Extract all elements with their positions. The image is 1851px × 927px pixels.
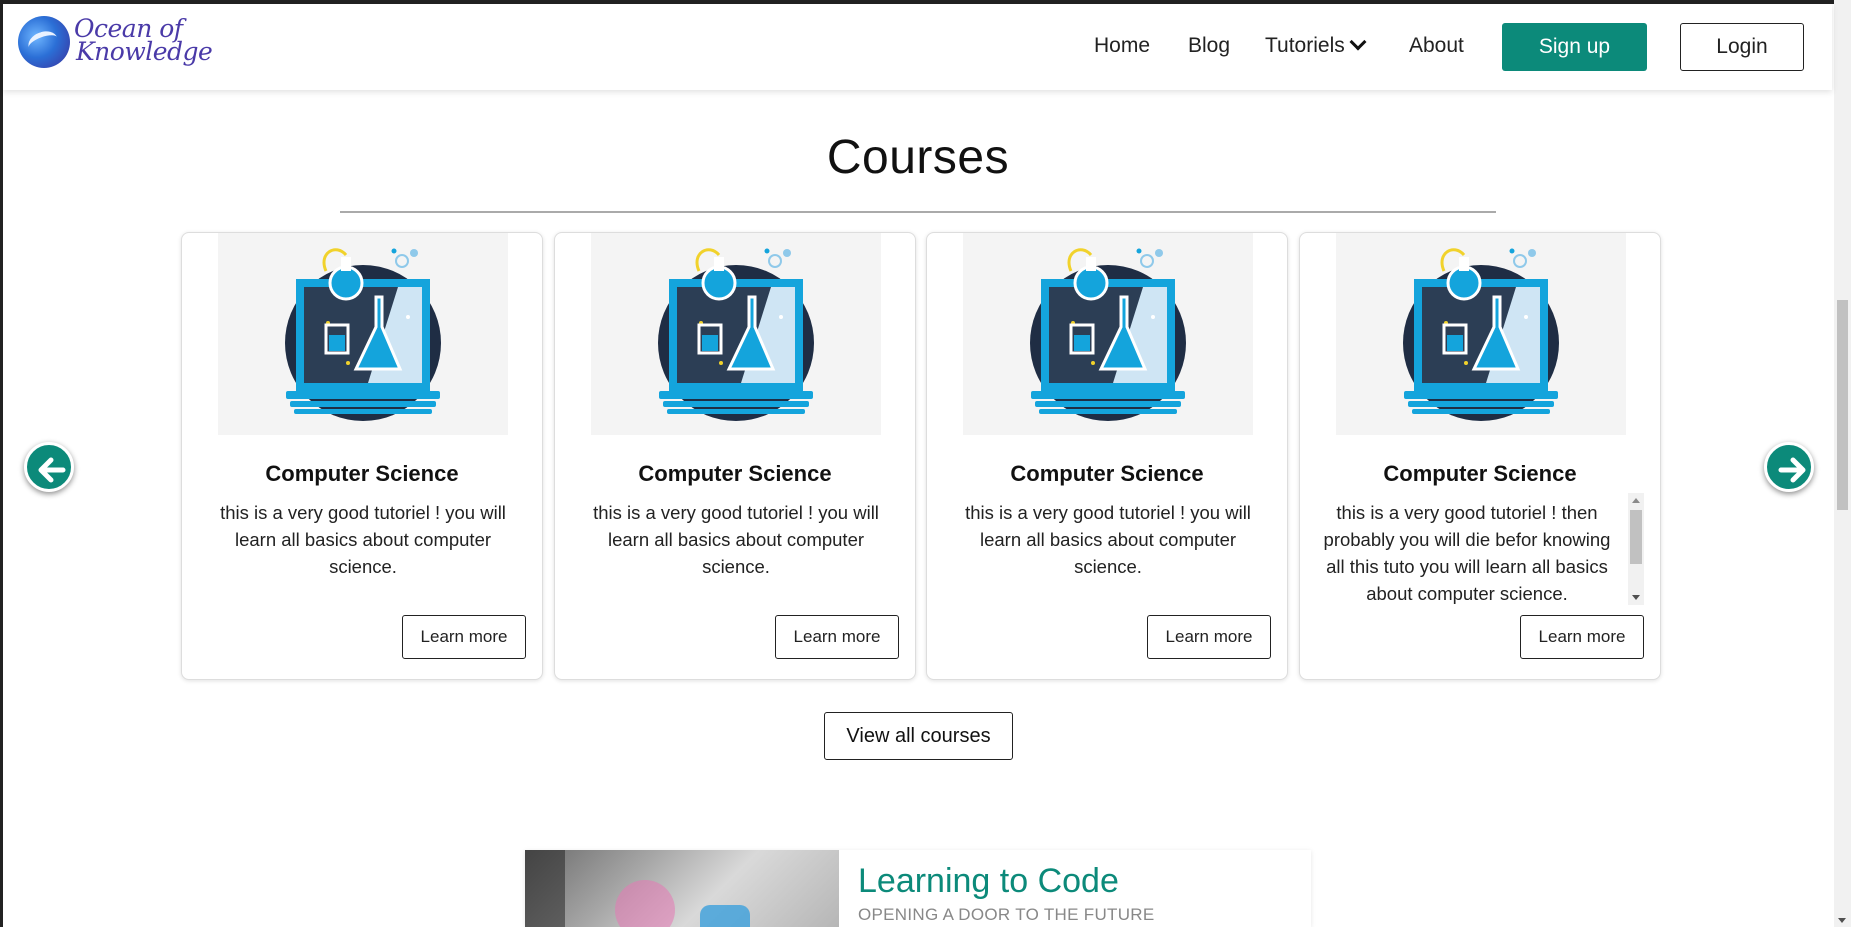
scroll-up-icon[interactable]	[1632, 498, 1640, 503]
course-title: Computer Science	[265, 461, 459, 486]
course-image	[1336, 233, 1626, 435]
wave-logo-icon	[18, 16, 70, 68]
carousel-prev-button[interactable]	[24, 442, 74, 492]
course-image	[591, 233, 881, 435]
course-card: Computer Science this is a very good tut…	[181, 232, 543, 680]
computer-science-lab-icon	[658, 248, 814, 421]
signup-button[interactable]: Sign up	[1502, 23, 1647, 71]
courses-heading: Courses	[826, 131, 1010, 184]
brand-name-line2: Knowledge	[76, 37, 213, 66]
nav-tutoriels-label: Tutoriels	[1265, 34, 1345, 57]
nav-tutoriels[interactable]: Tutoriels	[1265, 33, 1367, 58]
scroll-down-icon[interactable]	[1632, 595, 1640, 600]
scroll-thumb[interactable]	[1630, 510, 1642, 564]
course-card: Computer Science this is a very good tut…	[554, 232, 916, 680]
course-description: this is a very good tutoriel ! you will …	[965, 502, 1251, 577]
learning-subtitle: OPENING A DOOR TO THE FUTURE	[858, 905, 1155, 924]
course-title: Computer Science	[1010, 461, 1204, 486]
brand-name: Ocean of Knowledge	[74, 16, 213, 66]
heading-divider	[340, 211, 1496, 213]
course-image	[218, 233, 508, 435]
photo-blob-pink	[615, 880, 675, 927]
carousel-next-button[interactable]	[1764, 442, 1814, 492]
course-title: Computer Science	[1383, 461, 1577, 486]
learning-title: Learning to Code	[858, 862, 1119, 900]
learn-more-button[interactable]: Learn more	[1520, 615, 1644, 659]
course-description[interactable]: this is a very good tutoriel ! then prob…	[1322, 499, 1612, 609]
photo-shade	[525, 850, 565, 927]
chevron-down-icon	[1349, 33, 1367, 51]
nav-blog[interactable]: Blog	[1188, 34, 1230, 58]
course-description: this is a very good tutoriel ! you will …	[593, 502, 879, 577]
login-button[interactable]: Login	[1680, 23, 1804, 71]
computer-science-lab-icon	[1403, 248, 1559, 421]
computer-science-lab-icon	[1030, 248, 1186, 421]
arrow-right-icon	[1778, 457, 1806, 483]
description-scrollbar[interactable]	[1628, 493, 1644, 605]
computer-science-lab-icon	[285, 248, 441, 421]
page-scroll-thumb[interactable]	[1837, 300, 1848, 510]
learning-photo	[525, 850, 839, 927]
page-scroll-down-icon[interactable]	[1838, 918, 1846, 923]
nav-about[interactable]: About	[1409, 34, 1464, 58]
learn-more-button[interactable]: Learn more	[402, 615, 526, 659]
view-all-courses-button[interactable]: View all courses	[824, 712, 1013, 760]
course-description: this is a very good tutoriel ! you will …	[220, 502, 506, 577]
arrow-left-icon	[38, 457, 66, 483]
photo-blob-blue	[700, 905, 750, 927]
learn-more-button[interactable]: Learn more	[775, 615, 899, 659]
learn-more-button[interactable]: Learn more	[1147, 615, 1271, 659]
learning-to-code-banner: Learning to Code OPENING A DOOR TO THE F…	[525, 850, 1311, 927]
course-image	[963, 233, 1253, 435]
page-scrollbar[interactable]	[1834, 0, 1851, 927]
nav-home[interactable]: Home	[1094, 34, 1150, 58]
navbar: Ocean of Knowledge Home Blog Tutoriels A…	[3, 4, 1832, 90]
course-card: Computer Science this is a very good tut…	[926, 232, 1288, 680]
course-title: Computer Science	[638, 461, 832, 486]
brand-logo[interactable]: Ocean of Knowledge	[18, 14, 213, 72]
course-card: Computer Science this is a very good tut…	[1299, 232, 1661, 680]
